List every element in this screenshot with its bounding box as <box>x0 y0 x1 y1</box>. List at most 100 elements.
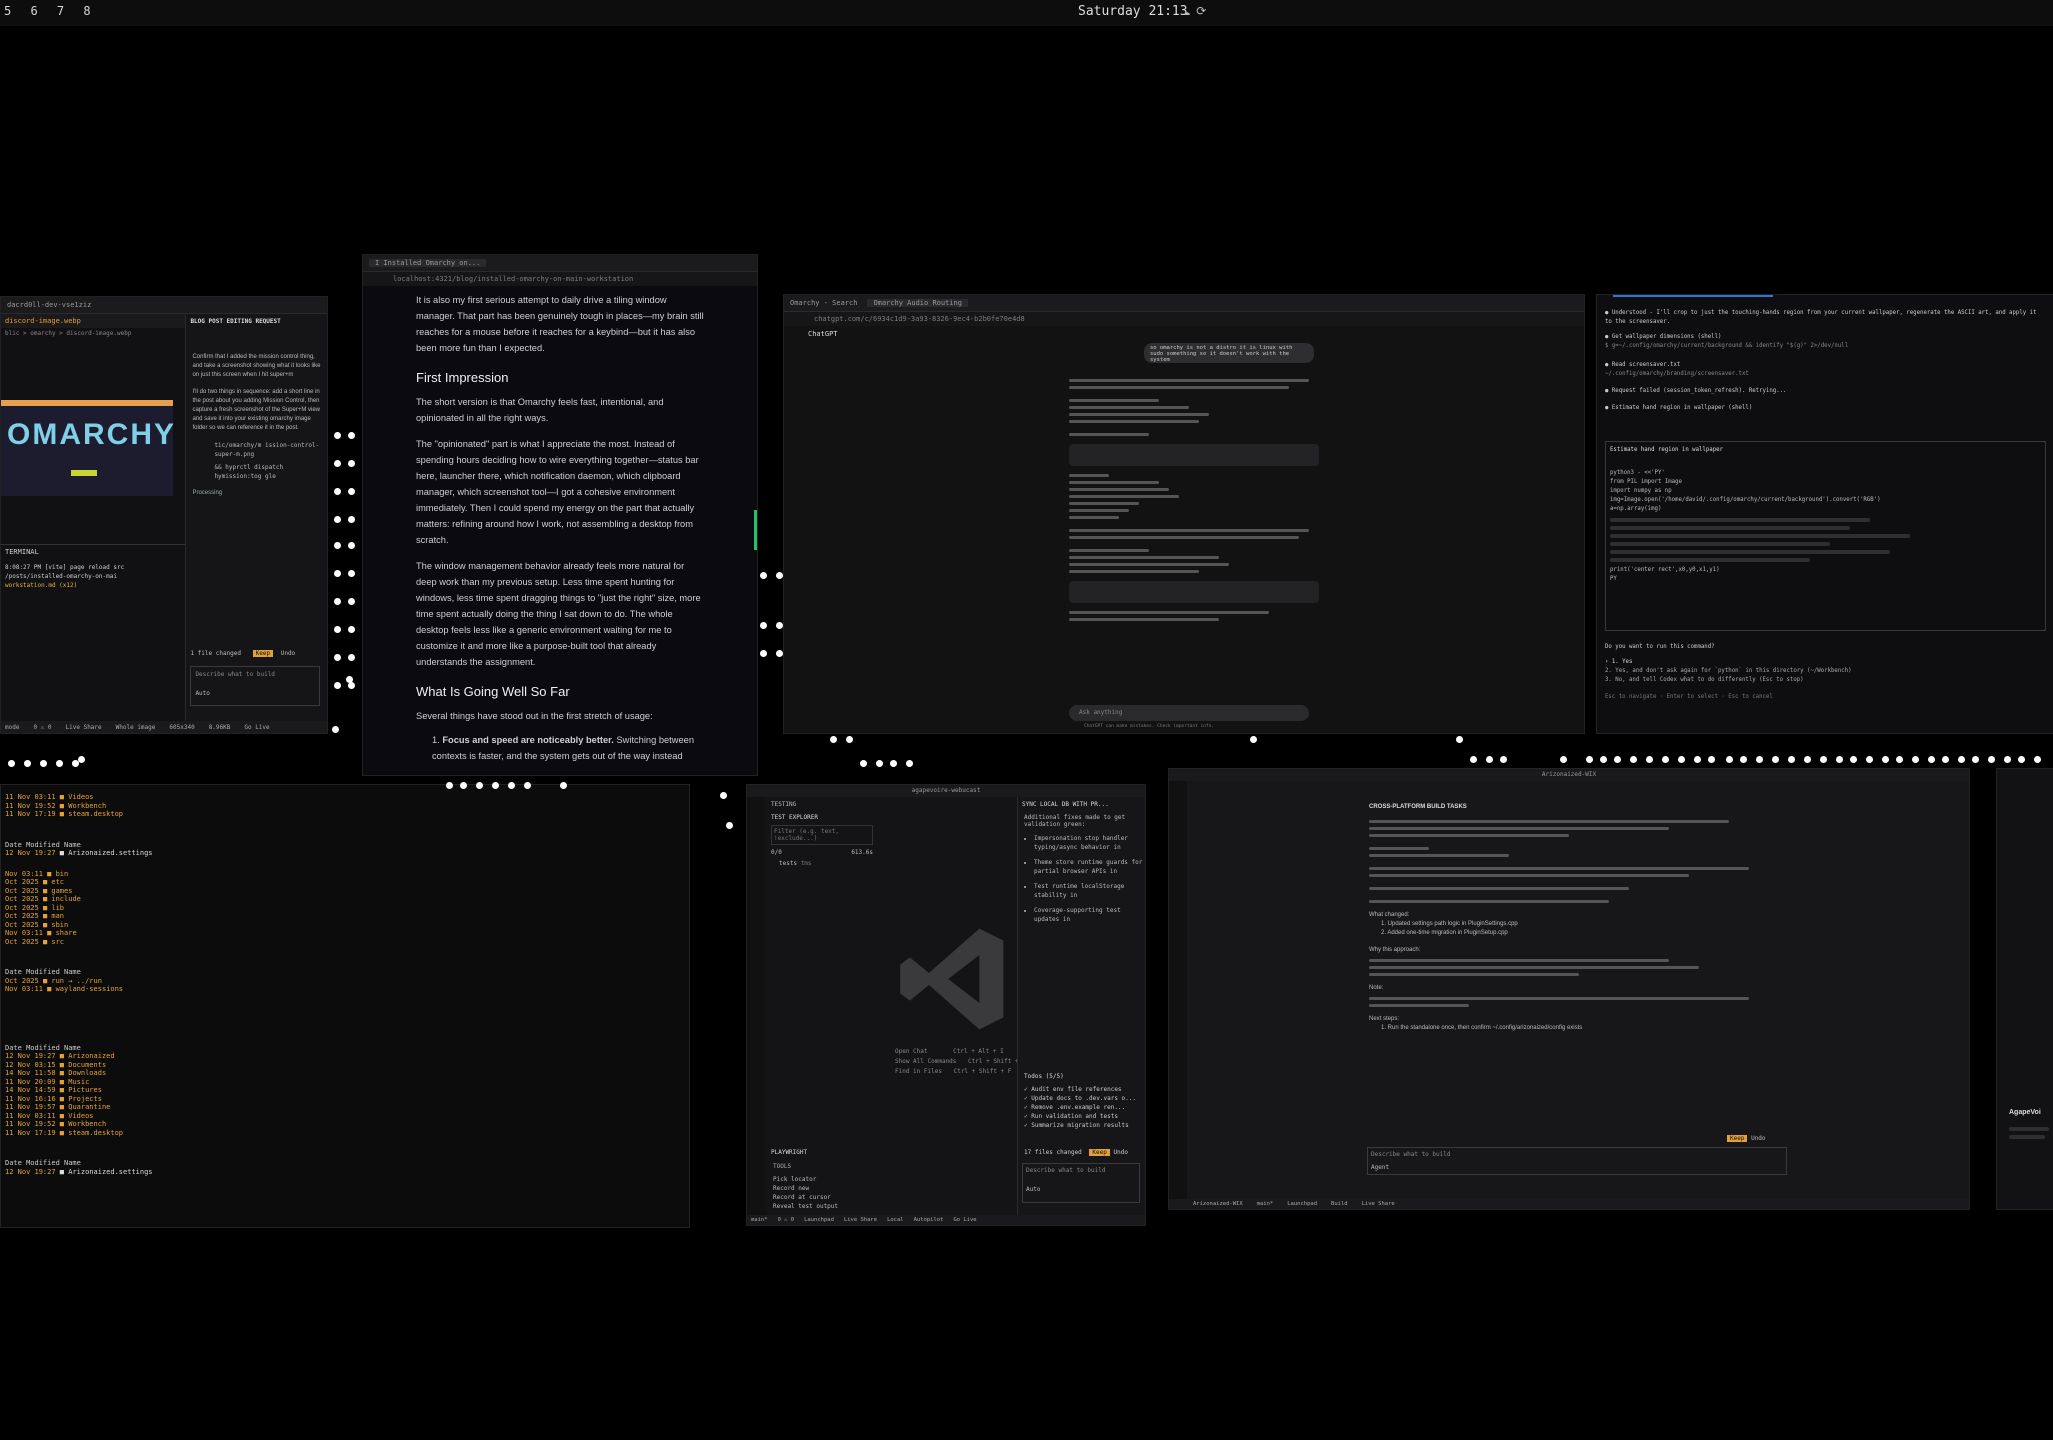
undo-button[interactable]: Undo <box>281 650 295 657</box>
dot <box>726 822 733 829</box>
dot <box>2018 756 2025 763</box>
dot <box>1820 756 1827 763</box>
chat-input[interactable]: Ask anything <box>1069 705 1309 721</box>
todos-header[interactable]: Todos (5/5) <box>1024 1073 1064 1080</box>
dot <box>1560 756 1567 763</box>
chat-panel[interactable]: SYNC LOCAL DB WITH PR... Additional fixe… <box>1017 797 1145 1217</box>
chat-panel[interactable]: BLOG POST EDITING REQUEST Confirm that I… <box>185 314 327 733</box>
dot <box>348 516 355 523</box>
paragraph: Several things have stood out in the fir… <box>416 711 653 721</box>
dot <box>1614 756 1621 763</box>
undo-button[interactable]: Undo <box>1114 1149 1128 1156</box>
dot <box>348 626 355 633</box>
footer-note: ChatGPT can make mistakes. Check importa… <box>1084 724 1215 729</box>
dot <box>560 782 567 789</box>
browser-tab[interactable]: Omarchy Audio Routing <box>867 299 968 307</box>
chat-input[interactable]: Describe what to build Agent <box>1367 1147 1787 1175</box>
ls-row: 11 Nov 17:19 ■ steam.desktop <box>5 810 124 818</box>
model-selector[interactable]: ChatGPT <box>784 326 1584 342</box>
dot <box>776 622 783 629</box>
browser-tab-bar[interactable]: Omarchy - Search Omarchy Audio Routing <box>784 295 1584 312</box>
duration: 613.6s <box>851 849 873 856</box>
window-partial-right[interactable]: AgapeVoi <box>1996 768 2053 1210</box>
top-bar: 5 6 7 8 Saturday 21:13 ☁⟳ <box>0 0 2053 26</box>
dot <box>524 782 531 789</box>
test-filter-input[interactable]: Filter (e.g. text, !exclude...) <box>771 825 873 845</box>
activity-bar[interactable] <box>1169 781 1187 1199</box>
window-terminal-ls[interactable]: 11 Nov 03:11 ■ Videos 11 Nov 19:52 ■ Work… <box>0 784 690 1228</box>
omarchy-logo: OMARCHY <box>7 418 176 451</box>
browser-tab[interactable]: Omarchy - Search <box>790 299 857 307</box>
browser-tab[interactable]: I Installed Omarchy on... <box>369 259 487 267</box>
ls-row: Nov 03:11 ■ wayland-sessions <box>5 985 124 993</box>
chat-actions[interactable]: Keep Undo <box>1367 1135 1787 1142</box>
status-bar[interactable]: main* 0 ⚠ 0 Launchpad Live Share Local Autop… <box>747 1215 1145 1225</box>
paragraph: The window management behavior already f… <box>416 561 701 667</box>
test-explorer-header[interactable]: TEST EXPLORER <box>765 812 879 823</box>
playwright-header[interactable]: PLAYWRIGHT <box>771 1149 807 1156</box>
chat-input[interactable]: Describe what to build Auto <box>190 666 321 706</box>
window-vscode-left[interactable]: dacrd0ll-dev-vse1ziz discord-image.webp … <box>0 296 328 734</box>
dot <box>1882 756 1889 763</box>
dot <box>846 736 853 743</box>
dot <box>1836 756 1843 763</box>
dot <box>830 736 837 743</box>
ls-row: 11 Nov 03:11 ■ Videos <box>5 793 94 801</box>
terminal-panel[interactable]: TERMINAL 8:08:27 PM [vite] page reload s… <box>1 544 186 715</box>
status-bar[interactable]: Arizonaized-WIX main* Launchpad Build Live … <box>1169 1199 1969 1209</box>
window-title: dacrd0ll-dev-vse1ziz <box>7 301 92 309</box>
dot <box>334 626 341 633</box>
status-bar[interactable]: mode 0 ⚠ 0 Live Share Whole image 605x340 8.… <box>1 721 327 733</box>
chat-messages: Confirm that I added the mission control… <box>192 354 321 496</box>
dot <box>1662 756 1669 763</box>
breadcrumb[interactable]: blic > omarchy > discord-image.webp <box>1 328 185 340</box>
clock[interactable]: Saturday 21:13 <box>1078 4 1188 19</box>
window-chatgpt[interactable]: Omarchy - Search Omarchy Audio Routing c… <box>783 294 1585 734</box>
dot <box>2034 756 2041 763</box>
files-changed[interactable]: 1 file changed Keep Undo <box>190 650 295 657</box>
url-bar[interactable]: chatgpt.com/c/6934c1d9-3a93-8326-9ec4-b2… <box>784 312 1584 326</box>
ls-header: Date Modified Name <box>5 840 81 849</box>
dot <box>1972 756 1979 763</box>
dot <box>1726 756 1733 763</box>
mode-select[interactable]: Agent <box>1371 1164 1783 1171</box>
ls-row: Oct 2025 ■ lib <box>5 903 65 912</box>
terminal-label: TERMINAL <box>5 548 39 556</box>
activity-bar[interactable] <box>747 797 765 1217</box>
mode-select[interactable]: Auto <box>1026 1186 1136 1193</box>
option-yes-always[interactable]: 2. Yes, and don't ask again for `python`… <box>1605 667 2046 676</box>
dot <box>348 682 355 689</box>
workspace-indicators[interactable]: 5 6 7 8 <box>4 4 97 18</box>
tests-node[interactable]: tests <box>779 860 797 867</box>
dot <box>760 650 767 657</box>
window-terminal-codex[interactable]: ● Understood - I'll crop to just the tou… <box>1596 294 2053 734</box>
file-tab[interactable]: discord-image.webp <box>1 314 186 328</box>
undo-button[interactable]: Undo <box>1751 1135 1765 1142</box>
ls-row: 11 Nov 17:19 ■ steam.desktop <box>5 1128 124 1137</box>
mode-select[interactable]: Auto <box>195 690 315 697</box>
keep-button[interactable]: Keep <box>1089 1149 1110 1156</box>
dot <box>1740 756 1747 763</box>
files-changed[interactable]: 17 files changed Keep Undo <box>1024 1149 1128 1156</box>
dot <box>776 572 783 579</box>
window-browser-blog[interactable]: I Installed Omarchy on... localhost:4321… <box>362 254 758 776</box>
status-icons[interactable]: ☁⟳ <box>1183 4 1212 18</box>
url-bar[interactable]: localhost:4321/blog/installed-omarchy-on… <box>363 272 757 286</box>
chat-input[interactable]: Describe what to build Auto <box>1022 1163 1140 1203</box>
dot <box>1500 756 1507 763</box>
keep-button[interactable]: Keep <box>252 650 274 657</box>
option-yes[interactable]: › 1. Yes <box>1605 658 2046 667</box>
window-vscode-testing[interactable]: agapevoire-webucast TESTING TEST EXPLORE… <box>746 784 1146 1226</box>
window-vscode-wide[interactable]: Arizonaized-WIX CROSS-PLATFORM BUILD TAS… <box>1168 768 1970 1210</box>
option-no[interactable]: 3. No, and tell Codex what to do differe… <box>1605 676 2046 685</box>
sidebar[interactable]: TESTING TEST EXPLORER Filter (e.g. text,… <box>765 797 879 1217</box>
tool-list[interactable]: Pick locator Record new Record at cursor… <box>773 1175 838 1211</box>
browser-tab-bar[interactable]: I Installed Omarchy on... <box>363 255 757 272</box>
ls-row: 12 Nov 03:15 ■ Documents <box>5 1060 107 1069</box>
dot <box>860 760 867 767</box>
ls-output: 11 Nov 03:11 ■ Videos 11 Nov 19:52 ■ Work… <box>1 785 689 1184</box>
dot <box>776 650 783 657</box>
partial-label: AgapeVoi <box>2009 1109 2041 1116</box>
scrollbar-thumb[interactable] <box>754 510 757 550</box>
keep-button[interactable]: Keep <box>1727 1135 1748 1142</box>
